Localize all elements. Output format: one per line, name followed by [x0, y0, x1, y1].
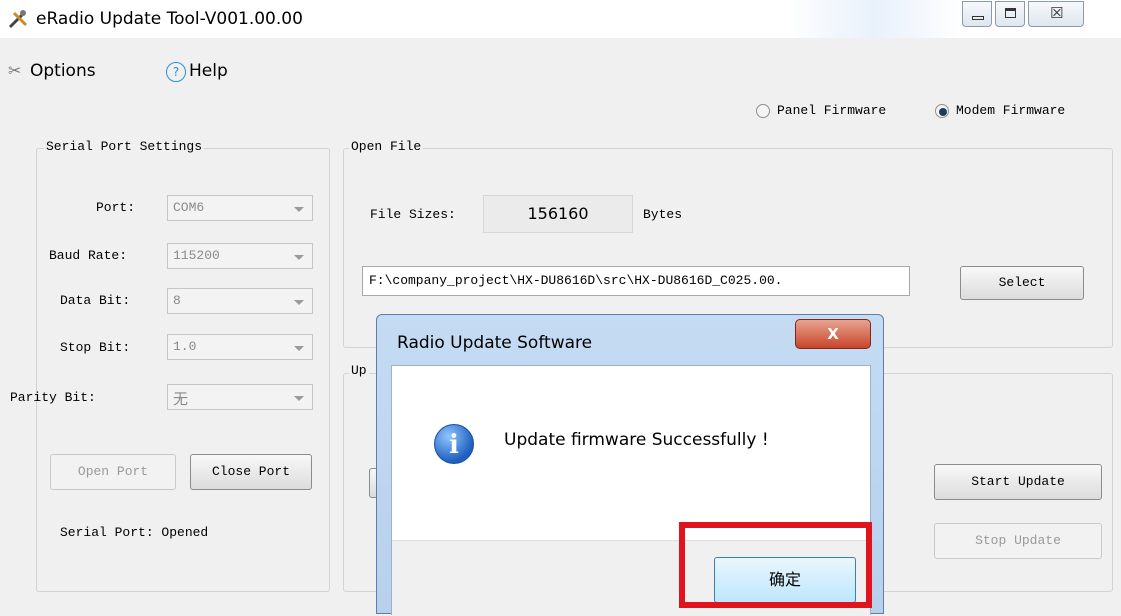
data-bit-select[interactable]: 8 [167, 288, 313, 314]
port-select[interactable]: COM6 [167, 195, 313, 221]
panel-firmware-radio[interactable] [756, 104, 770, 118]
minimize-button[interactable] [962, 1, 992, 27]
serial-port-legend: Serial Port Settings [44, 139, 205, 154]
chevron-down-icon [294, 300, 304, 305]
tools-icon [8, 10, 28, 29]
port-label: Port: [96, 200, 136, 215]
dialog-close-button[interactable]: X [795, 319, 871, 349]
close-port-button[interactable]: Close Port [190, 454, 312, 490]
parity-bit-label: Parity Bit: [10, 390, 96, 405]
stop-bit-select[interactable]: 1.0 [167, 334, 313, 360]
stop-update-button[interactable]: Stop Update [934, 523, 1102, 559]
data-bit-value: 8 [173, 293, 181, 308]
modem-firmware-label: Modem Firmware [956, 103, 1066, 118]
window-title: eRadio Update Tool-V001.00.00 [36, 9, 303, 29]
baud-label: Baud Rate: [49, 248, 128, 263]
file-size-unit: Bytes [643, 207, 683, 222]
close-icon: ☒ [1050, 4, 1064, 22]
info-icon: i [434, 424, 474, 464]
modem-firmware-radio[interactable] [935, 104, 949, 118]
baud-select[interactable]: 115200 [167, 243, 313, 269]
parity-bit-value: 无 [173, 390, 189, 408]
highlight-box [679, 522, 872, 608]
maximize-icon [1005, 8, 1016, 18]
open-file-legend: Open File [349, 139, 424, 154]
minimize-icon [972, 16, 984, 20]
port-value: COM6 [173, 200, 205, 215]
update-legend: Up [349, 363, 369, 378]
data-bit-label: Data Bit: [60, 293, 131, 308]
help-icon: ? [166, 62, 186, 82]
chevron-down-icon [294, 396, 304, 401]
close-icon: X [827, 325, 839, 343]
file-sizes-label: File Sizes: [370, 207, 456, 222]
tools-icon: ✂ [8, 61, 22, 80]
parity-bit-select[interactable]: 无 [167, 384, 313, 410]
maximize-button[interactable] [995, 1, 1025, 27]
panel-firmware-label: Panel Firmware [777, 103, 887, 118]
menu-options[interactable]: ✂ Options [8, 56, 96, 86]
select-file-button[interactable]: Select [960, 266, 1084, 300]
start-update-button[interactable]: Start Update [934, 464, 1102, 500]
file-path-field[interactable]: F:\company_project\HX-DU8616D\src\HX-DU8… [362, 266, 910, 296]
baud-value: 115200 [173, 248, 220, 263]
stop-bit-value: 1.0 [173, 339, 197, 354]
menu-help-label: Help [189, 61, 228, 81]
dialog-title: Radio Update Software [397, 333, 593, 353]
file-size-value: 156160 [483, 195, 633, 233]
serial-status: Serial Port: Opened [60, 525, 209, 540]
menu-options-label: Options [30, 61, 96, 81]
chevron-down-icon [294, 346, 304, 351]
open-port-button[interactable]: Open Port [50, 454, 176, 490]
close-window-button[interactable]: ☒ [1028, 1, 1084, 27]
chevron-down-icon [294, 255, 304, 260]
stop-bit-label: Stop Bit: [60, 340, 131, 355]
chevron-down-icon [294, 207, 304, 212]
title-bar: eRadio Update Tool-V001.00.00 ☒ [0, 0, 1121, 38]
dialog-message: Update firmware Successfully ! [504, 430, 769, 450]
